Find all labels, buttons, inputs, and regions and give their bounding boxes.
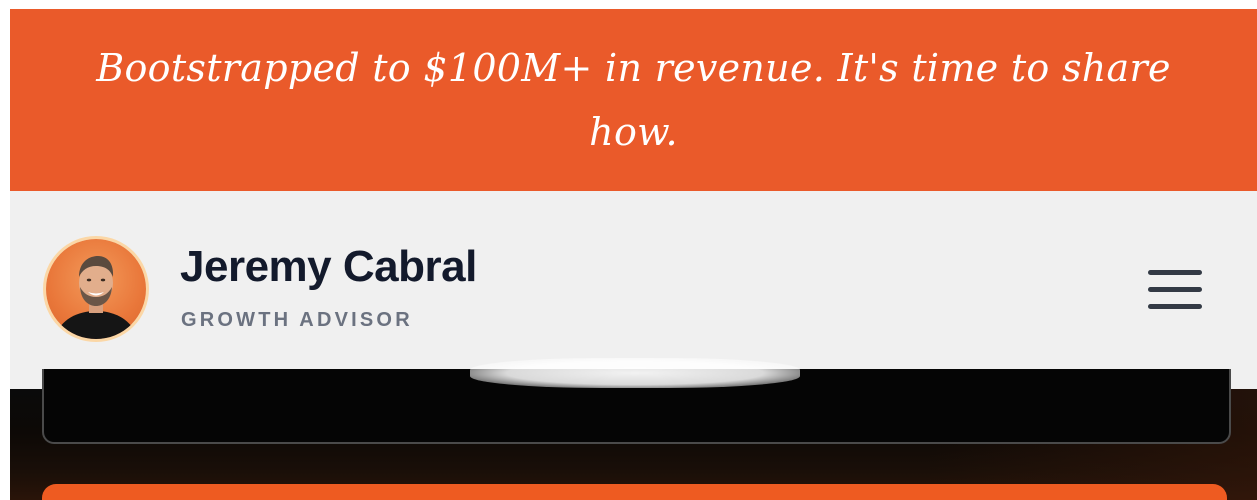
- menu-bar-top: [1148, 270, 1202, 275]
- announcement-text: Bootstrapped to $100M+ in revenue. It's …: [96, 46, 1171, 154]
- menu-bar-middle: [1148, 287, 1202, 292]
- obscured-overlay: [470, 358, 800, 388]
- cropped-top-text-line: [0, 0, 1257, 9]
- brand-name[interactable]: Jeremy Cabral: [180, 241, 477, 293]
- hero-section: [10, 369, 1257, 500]
- announcement-banner: Bootstrapped to $100M+ in revenue. It's …: [10, 9, 1257, 191]
- page: Bootstrapped to $100M+ in revenue. It's …: [0, 0, 1257, 500]
- avatar[interactable]: [46, 239, 146, 339]
- menu-bar-bottom: [1148, 304, 1202, 309]
- cta-button[interactable]: [42, 484, 1227, 500]
- hamburger-menu-icon[interactable]: [1138, 263, 1202, 317]
- brand-tagline: GROWTH ADVISOR: [181, 309, 413, 331]
- avatar-photo: [54, 256, 138, 339]
